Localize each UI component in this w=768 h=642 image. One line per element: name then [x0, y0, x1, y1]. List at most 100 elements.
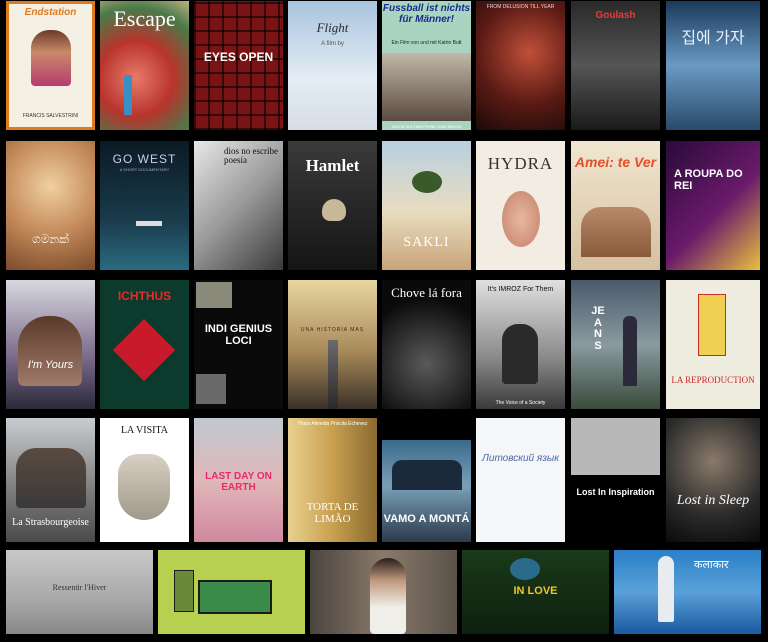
poster-figure: [581, 207, 651, 257]
poster-endstation[interactable]: Endstation FRANCIS SALVESTRINI: [6, 1, 95, 130]
poster-last-day-on-earth[interactable]: LAST DAY ON EARTH: [194, 418, 283, 542]
poster-la-visita[interactable]: LA VISITA: [100, 418, 189, 542]
poster-title: Amei: te Ver: [574, 154, 657, 170]
poster-figure: [698, 294, 726, 356]
poster-figure: [18, 316, 82, 386]
poster-title: FROM DELUSION TILL YEAR: [486, 4, 555, 10]
poster-amei-te-ver[interactable]: Amei: te Ver: [571, 141, 660, 270]
poster-title: Escape: [113, 6, 176, 31]
poster-goulash[interactable]: Goulash: [571, 1, 660, 130]
poster-escape[interactable]: Escape: [100, 1, 189, 130]
poster-jeans[interactable]: JEANS: [571, 280, 660, 409]
poster-lost-in-sleep[interactable]: Lost in Sleep: [666, 418, 760, 542]
poster-kalakar[interactable]: कलाकार: [614, 550, 761, 634]
poster-title: TORTA DE LIMÃO: [306, 501, 359, 525]
poster-figure: [510, 558, 540, 580]
poster-title: INDI GENIUS LOCI: [204, 323, 273, 347]
poster-subtitle: Ein Film von und mit Katrin Butt: [391, 40, 462, 46]
poster-title: dios no escribe poesía: [224, 146, 278, 166]
poster-subtitle: A SHORT DOCUMENTARY: [119, 167, 170, 172]
poster-subtitle: The Voice of a Society: [495, 399, 546, 406]
poster-grid: Endstation FRANCIS SALVESTRINI Escape EY…: [0, 0, 768, 642]
poster-im-yours[interactable]: I'm Yours: [6, 280, 95, 409]
poster-title: Chove lá fora: [391, 285, 462, 300]
poster-credit: FRANCIS SALVESTRINI: [22, 112, 79, 119]
poster-figure: [124, 75, 132, 115]
poster-credit: JAKOB SUCHENTRUNK GABI BRUCK: [391, 123, 462, 129]
poster-imroz[interactable]: It's IMROZ For Them The Voice of a Socie…: [476, 280, 565, 409]
poster-in-love[interactable]: IN LOVE: [462, 550, 609, 634]
poster-figure: [502, 324, 538, 384]
poster-title: It's IMROZ For Them: [487, 286, 554, 293]
poster-roupa-do-rei[interactable]: A ROUPA DO REI: [666, 141, 760, 270]
poster-title: 집에 가자: [681, 30, 745, 47]
poster-figures: [392, 460, 462, 490]
poster-title: कलाकार: [694, 559, 729, 571]
poster-hydra[interactable]: HYDRA: [476, 141, 565, 270]
poster-title: HYDRA: [487, 154, 554, 173]
poster-figure: [16, 448, 86, 508]
poster-flight[interactable]: A film by Flight: [288, 1, 377, 130]
poster-eyes-open[interactable]: EYES OPEN: [194, 1, 283, 130]
poster-title: ICHTHUS: [117, 289, 172, 303]
poster-title: LA VISITA: [120, 425, 169, 436]
poster-figure: [370, 558, 406, 634]
poster-title: I'm Yours: [27, 359, 74, 371]
poster-byline: A film by: [321, 41, 344, 47]
poster-shape: [112, 318, 176, 382]
poster-torta-de-limao[interactable]: Thaís Almeida Priscila Echevez TORTA DE …: [288, 418, 377, 542]
poster-title: A ROUPA DO REI: [674, 168, 743, 192]
poster-ressentir-lhiver[interactable]: Ressentir l'Hiver: [6, 550, 153, 634]
poster-korean[interactable]: 집에 가자: [666, 1, 760, 130]
poster-fussball[interactable]: Fussball ist nichts für Männer! Ein Film…: [382, 1, 471, 130]
poster-go-west[interactable]: GO WEST A SHORT DOCUMENTARY: [100, 141, 189, 270]
poster-title: GO WEST: [112, 152, 177, 166]
poster-chove-la-fora[interactable]: Chove lá fora: [382, 280, 471, 409]
poster-title: IN LOVE: [513, 585, 558, 597]
poster-title: Hamlet: [305, 156, 360, 175]
poster-photo: [382, 53, 471, 121]
poster-credit: Thaís Almeida Priscila Echevez: [297, 421, 368, 427]
poster-title: La Strasbourgeoise: [12, 517, 89, 528]
poster-litovsky-yazyk[interactable]: Литовский язык: [476, 418, 565, 542]
poster-figure: [623, 316, 637, 386]
poster-title: Endstation: [24, 7, 77, 18]
poster-title: EYES OPEN: [203, 50, 274, 64]
poster-title: Ressentir l'Hiver: [52, 583, 107, 592]
poster-title: SAKLI: [403, 235, 450, 250]
poster-lost-in-inspiration[interactable]: Lost In Inspiration: [571, 418, 660, 542]
skull-icon: [322, 199, 346, 221]
poster-boat: [136, 221, 162, 226]
poster-photo: [196, 282, 232, 308]
poster-figure: [174, 570, 194, 612]
poster-illustration[interactable]: [158, 550, 305, 634]
poster-vamo-a-monta[interactable]: VAMO A MONTÁ: [382, 440, 471, 542]
tree-icon: [412, 171, 442, 193]
poster-title: ගමනක්: [32, 232, 69, 246]
poster-title: Литовский язык: [482, 453, 559, 464]
poster-figure: [31, 30, 71, 86]
poster-title: Flight: [316, 20, 349, 35]
poster-hamlet[interactable]: Hamlet: [288, 141, 377, 270]
poster-una-historia-mas[interactable]: UNA HISTORIA MAS: [288, 280, 377, 409]
poster-road: [328, 340, 338, 409]
poster-la-strasbourgeoise[interactable]: La Strasbourgeoise: [6, 418, 95, 542]
cow-icon: [118, 454, 170, 520]
poster-ichthus[interactable]: ICHTHUS: [100, 280, 189, 409]
poster-indi-genius-loci[interactable]: INDI GENIUS LOCI: [194, 280, 283, 409]
poster-portrait[interactable]: [310, 550, 457, 634]
poster-from-delusion[interactable]: FROM DELUSION TILL YEAR: [476, 1, 565, 130]
poster-title: JEANS: [591, 305, 605, 352]
poster-title: Goulash: [595, 10, 636, 21]
poster-title: Lost In Inspiration: [576, 487, 655, 497]
poster-gamanak[interactable]: ගමනක්: [6, 141, 95, 270]
poster-la-reproduction[interactable]: LA REPRODUCTION: [666, 280, 760, 409]
poster-title: LA REPRODUCTION: [671, 375, 755, 385]
poster-table: [198, 580, 272, 614]
poster-dios[interactable]: dios no escribe poesía: [194, 141, 283, 270]
poster-sakli[interactable]: SAKLI: [382, 141, 471, 270]
poster-title: Fussball ist nichts für Männer!: [382, 3, 471, 25]
poster-figure: [502, 191, 540, 247]
poster-title: VAMO A MONTÁ: [383, 513, 470, 525]
poster-title: Lost in Sleep: [676, 493, 750, 508]
